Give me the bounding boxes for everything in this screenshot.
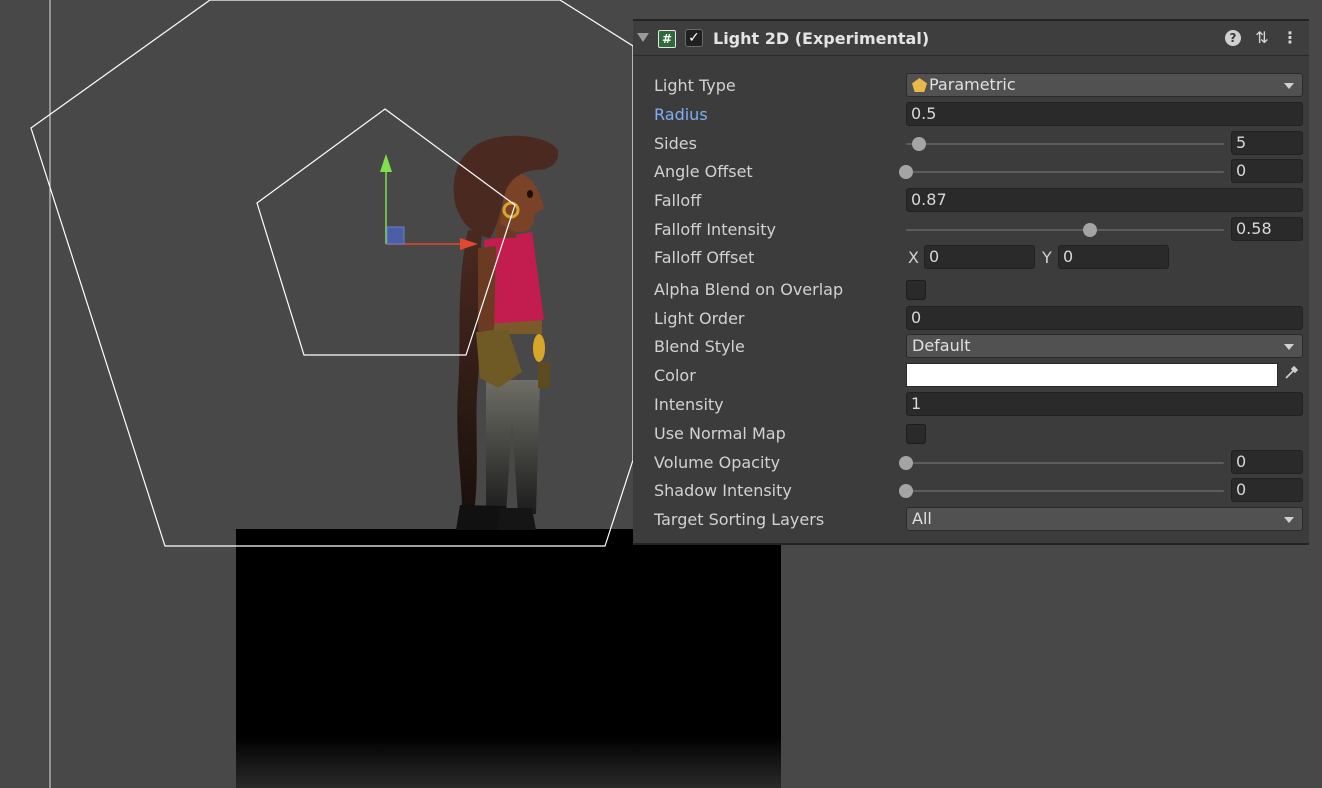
row-sides: Sides 5 (633, 131, 1309, 157)
falloff-intensity-label: Falloff Intensity (654, 220, 776, 239)
use-normal-map-checkbox[interactable] (906, 424, 926, 444)
light-order-label: Light Order (654, 309, 745, 328)
light2d-inspector: # ✓ Light 2D (Experimental) ? ⇅ ⋮ Light … (633, 19, 1309, 545)
falloff-intensity-field[interactable]: 0.58 (1231, 217, 1303, 241)
falloff-intensity-slider-knob[interactable] (1083, 223, 1098, 237)
intensity-field[interactable]: 1 (906, 392, 1303, 416)
light-falloff-outline[interactable] (30, 0, 634, 547)
light-type-dropdown[interactable]: Parametric (906, 73, 1303, 97)
row-intensity: Intensity 1 (633, 392, 1309, 418)
row-falloff-intensity: Falloff Intensity 0.58 (633, 217, 1309, 243)
xy-plane-handle[interactable] (386, 226, 405, 245)
foldout-arrow-icon[interactable] (637, 33, 649, 42)
angle-offset-label: Angle Offset (654, 162, 753, 181)
chevron-down-icon (1284, 344, 1294, 350)
more-vert-icon[interactable]: ⋮ (1281, 28, 1299, 47)
character-sprite[interactable] (453, 135, 559, 530)
blend-style-label: Blend Style (654, 337, 745, 356)
sides-field[interactable]: 5 (1231, 131, 1303, 155)
volume-opacity-field[interactable]: 0 (1231, 450, 1303, 474)
shadow-intensity-slider[interactable] (899, 484, 1224, 498)
row-blend-style: Blend Style Default (633, 334, 1309, 360)
light-type-label: Light Type (654, 76, 736, 95)
shadow-intensity-label: Shadow Intensity (654, 481, 792, 500)
row-target-sorting-layers: Target Sorting Layers All (633, 507, 1309, 533)
color-swatch[interactable] (906, 363, 1278, 387)
falloff-offset-x-label[interactable]: X (908, 248, 919, 267)
falloff-label: Falloff (654, 191, 702, 210)
angle-offset-field[interactable]: 0 (1231, 159, 1303, 183)
ground-platform[interactable] (236, 529, 781, 788)
row-radius: Radius 0.5 (633, 102, 1309, 128)
falloff-intensity-slider[interactable] (906, 223, 1224, 237)
target-sorting-layers-label: Target Sorting Layers (654, 510, 825, 529)
falloff-offset-y-field[interactable]: 0 (1058, 245, 1169, 269)
row-falloff: Falloff 0.87 (633, 188, 1309, 214)
sides-slider[interactable] (906, 137, 1224, 151)
blend-style-dropdown[interactable]: Default (906, 334, 1303, 358)
alpha-blend-checkbox[interactable] (906, 280, 926, 300)
y-axis-arrow-icon[interactable] (380, 154, 392, 172)
row-color: Color (633, 363, 1309, 389)
radius-label: Radius (654, 105, 708, 124)
help-icon[interactable]: ? (1225, 30, 1241, 46)
volume-opacity-slider-knob[interactable] (899, 456, 913, 470)
shadow-intensity-field[interactable]: 0 (1231, 478, 1303, 502)
parametric-light-icon (912, 78, 927, 92)
eyedropper-icon[interactable] (1281, 365, 1301, 385)
volume-opacity-label: Volume Opacity (654, 453, 781, 472)
falloff-field[interactable]: 0.87 (906, 188, 1303, 212)
sides-label: Sides (654, 134, 697, 153)
volume-opacity-slider[interactable] (899, 456, 1224, 470)
chevron-down-icon (1284, 517, 1294, 523)
component-header[interactable]: # ✓ Light 2D (Experimental) ? ⇅ ⋮ (633, 21, 1309, 56)
presets-icon[interactable]: ⇅ (1253, 28, 1271, 47)
row-use-normal-map: Use Normal Map (633, 421, 1309, 447)
target-sorting-layers-value: All (912, 509, 932, 528)
light-order-field[interactable]: 0 (906, 306, 1303, 330)
shadow-intensity-slider-knob[interactable] (899, 484, 913, 498)
row-falloff-offset: Falloff Offset X 0 Y 0 (633, 245, 1309, 271)
falloff-offset-x-field[interactable]: 0 (924, 245, 1035, 269)
sides-slider-knob[interactable] (911, 137, 926, 151)
alpha-blend-label: Alpha Blend on Overlap (654, 280, 844, 299)
target-sorting-layers-dropdown[interactable]: All (906, 507, 1303, 531)
component-title: Light 2D (Experimental) (713, 29, 930, 48)
light-type-value: Parametric (929, 75, 1016, 94)
falloff-offset-y-label[interactable]: Y (1042, 248, 1052, 267)
angle-offset-slider[interactable] (899, 165, 1224, 179)
row-shadow-intensity: Shadow Intensity 0 (633, 478, 1309, 504)
angle-offset-slider-knob[interactable] (899, 165, 913, 179)
row-volume-opacity: Volume Opacity 0 (633, 450, 1309, 476)
row-light-type: Light Type Parametric (633, 73, 1309, 99)
row-angle-offset: Angle Offset 0 (633, 159, 1309, 185)
component-enable-checkbox[interactable]: ✓ (685, 29, 703, 47)
script-icon: # (658, 30, 676, 48)
intensity-label: Intensity (654, 395, 724, 414)
radius-field[interactable]: 0.5 (906, 102, 1303, 126)
row-light-order: Light Order 0 (633, 306, 1309, 332)
blend-style-value: Default (912, 336, 971, 355)
falloff-offset-label: Falloff Offset (654, 248, 755, 267)
color-label: Color (654, 366, 696, 385)
chevron-down-icon (1284, 83, 1294, 89)
row-alpha-blend: Alpha Blend on Overlap (633, 277, 1309, 303)
use-normal-map-label: Use Normal Map (654, 424, 786, 443)
